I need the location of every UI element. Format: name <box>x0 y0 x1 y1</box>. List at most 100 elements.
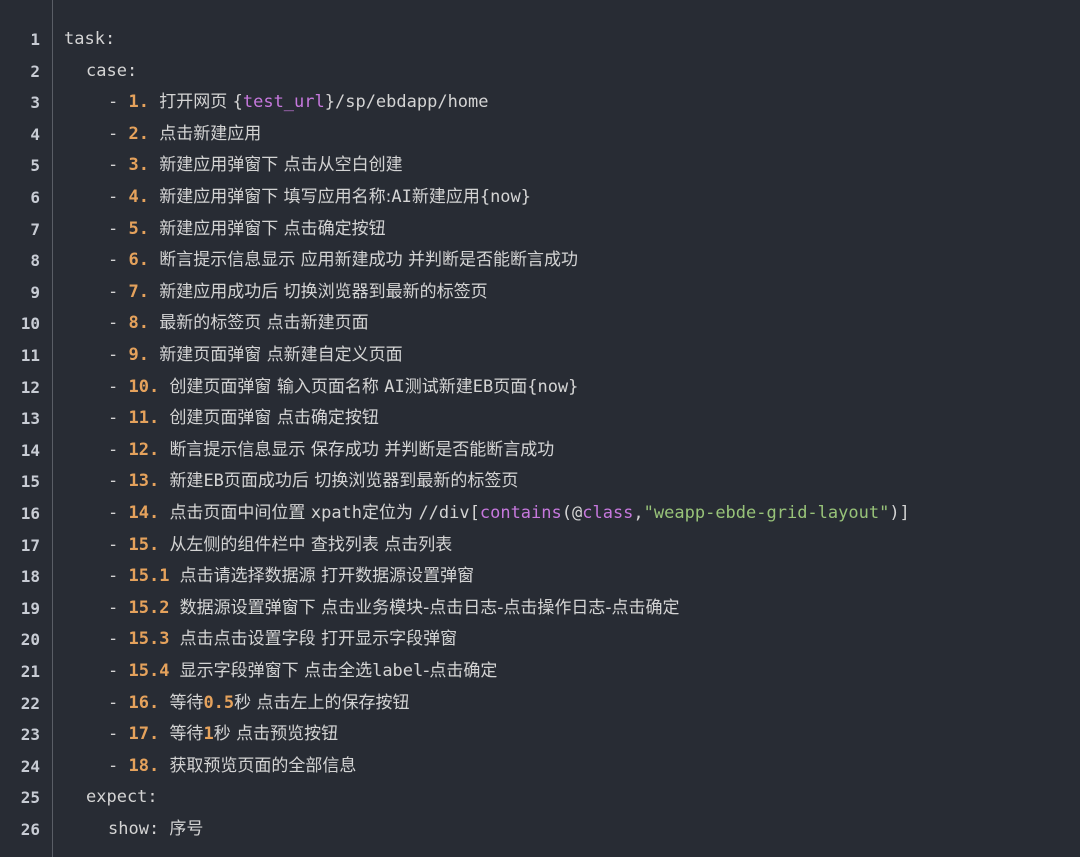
token-key: show: <box>108 819 170 839</box>
token-num: 15.1 <box>128 566 180 587</box>
line-content: - 4. 新建应用弹窗下 填写应用名称:AI新建应用{now} <box>108 182 531 214</box>
token-num: 18. <box>128 755 170 776</box>
token-txt: 新建应用弹窗下 点击从空白创建 <box>159 155 403 176</box>
line-number: 9 <box>30 282 40 302</box>
token-num: 17. <box>128 724 170 745</box>
token-num: 12. <box>128 439 170 460</box>
token-key: - <box>108 661 129 681</box>
line-content: - 1. 打开网页 {test_url}/sp/ebdapp/home <box>108 87 489 119</box>
token-plain: EB <box>472 376 494 397</box>
line-number: 4 <box>30 124 40 144</box>
token-txt: 点击请选择数据源 打开数据源设置弹窗 <box>179 566 475 587</box>
line-content: case: <box>86 56 137 88</box>
token-key: task: <box>64 29 116 49</box>
line-content: - 14. 点击页面中间位置 xpath定位为 //div[contains(@… <box>108 498 910 530</box>
token-plain: (@ <box>561 503 583 523</box>
line-content: - 13. 新建EB页面成功后 切换浏览器到最新的标签页 <box>108 466 518 498</box>
line-number: 11 <box>20 346 40 365</box>
token-plain: xpath <box>310 503 363 523</box>
line-number: 25 <box>20 788 40 808</box>
line-content: - 9. 新建页面弹窗 点新建自定义页面 <box>108 340 403 372</box>
line-number: 14 <box>20 440 40 460</box>
line-content: - 15.2 数据源设置弹窗下 点击业务模块-点击日志-点击操作日志-点击确定 <box>108 593 679 625</box>
token-num: 15.4 <box>128 661 180 681</box>
token-str: "weapp-ebde-grid-layout" <box>643 503 890 523</box>
token-txt: 秒 点击预览按钮 <box>213 724 339 745</box>
token-txt: 新建应用弹窗下 填写应用名称: <box>159 187 392 207</box>
line-content: - 15. 从左侧的组件栏中 查找列表 点击列表 <box>108 530 452 562</box>
token-key: - <box>108 439 129 460</box>
line-content: - 12. 断言提示信息显示 保存成功 并判断是否能断言成功 <box>108 435 554 467</box>
token-plain: EB <box>203 471 224 492</box>
token-plain: {now} <box>527 376 579 397</box>
line-content: - 3. 新建应用弹窗下 点击从空白创建 <box>108 150 403 182</box>
line-content: - 18. 获取预览页面的全部信息 <box>108 751 356 783</box>
token-txt: 从左侧的组件栏中 查找列表 点击列表 <box>169 534 453 555</box>
line-number: 18 <box>20 567 40 587</box>
token-txt: -点击确定 <box>423 661 498 681</box>
token-num: 15.2 <box>128 597 180 618</box>
line-content: - 2. 点击新建应用 <box>108 119 261 151</box>
token-key: - <box>108 376 129 397</box>
token-txt: 创建页面弹窗 输入页面名称 <box>169 376 385 397</box>
token-num: 6. <box>128 250 160 271</box>
line-number: 1 <box>30 30 40 49</box>
token-txt: 显示字段弹窗下 点击全选 <box>179 661 373 681</box>
token-txt: 点击新建应用 <box>159 123 262 144</box>
token-key: - <box>108 187 129 207</box>
line-content: - 11. 创建页面弹窗 点击确定按钮 <box>108 403 379 435</box>
token-plain: {now} <box>479 187 532 207</box>
line-content: - 17. 等待1秒 点击预览按钮 <box>108 719 338 751</box>
line-number: 24 <box>20 756 40 776</box>
line-number: 17 <box>20 535 40 555</box>
token-plain: { <box>232 92 243 113</box>
token-plain: )] <box>889 503 910 523</box>
line-content: - 6. 断言提示信息显示 应用新建成功 并判断是否能断言成功 <box>108 245 578 277</box>
token-txt: 页面 <box>493 376 528 397</box>
code-editor[interactable]: 1 task: 2 case: 3 - 1. 打开网页 {test_url}/sp/ebd… <box>0 0 1080 857</box>
line-number: 7 <box>30 219 40 239</box>
token-key: - <box>108 597 129 618</box>
line-number: 23 <box>20 725 40 745</box>
line-content: show: 序号 <box>108 814 203 846</box>
line-content: - 15.4 显示字段弹窗下 点击全选label-点击确定 <box>108 656 497 688</box>
token-txt: 点击页面中间位置 <box>169 503 311 523</box>
line-number: 20 <box>20 630 40 650</box>
token-num: 5. <box>128 218 160 239</box>
token-key: - <box>108 692 129 713</box>
token-plain: label <box>372 661 424 681</box>
line-content: - 10. 创建页面弹窗 输入页面名称 AI测试新建EB页面{now} <box>108 372 578 404</box>
token-key: - <box>108 629 129 650</box>
token-key: - <box>108 250 129 271</box>
token-txt: 秒 点击左上的保存按钮 <box>234 692 410 713</box>
line-number: 2 <box>30 61 40 81</box>
token-plain: AI <box>384 376 405 397</box>
token-key: - <box>108 218 129 239</box>
line-content: expect: <box>86 782 158 814</box>
token-txt: 定位为 <box>362 503 419 523</box>
line-content: - 15.1 点击请选择数据源 打开数据源设置弹窗 <box>108 561 474 593</box>
token-num: 3. <box>128 155 160 176</box>
token-num: 15.3 <box>128 629 180 650</box>
token-key: - <box>108 534 129 555</box>
token-num: 9. <box>128 345 160 365</box>
line-number: 21 <box>20 662 40 681</box>
token-txt: 断言提示信息显示 应用新建成功 并判断是否能断言成功 <box>159 250 579 271</box>
token-key: - <box>108 155 129 176</box>
line-content: - 7. 新建应用成功后 切换浏览器到最新的标签页 <box>108 277 488 309</box>
line-content: - 8. 最新的标签页 点击新建页面 <box>108 308 369 340</box>
token-bold: 1 <box>203 724 214 745</box>
token-bold: 0.5 <box>203 692 235 713</box>
token-txt: 测试新建 <box>404 376 473 397</box>
token-key: - <box>108 313 129 334</box>
token-txt: 断言提示信息显示 保存成功 并判断是否能断言成功 <box>169 439 555 460</box>
token-key: - <box>108 345 129 365</box>
line-content: - 5. 新建应用弹窗下 点击确定按钮 <box>108 214 386 246</box>
token-plain: , <box>633 503 644 523</box>
token-txt: 新建应用 <box>411 187 480 207</box>
line-number: 8 <box>30 251 40 271</box>
token-txt: 新建页面弹窗 点新建自定义页面 <box>159 345 403 365</box>
token-num: 8. <box>128 313 160 334</box>
token-num: 1. <box>128 92 160 113</box>
line-number: 6 <box>30 188 40 207</box>
